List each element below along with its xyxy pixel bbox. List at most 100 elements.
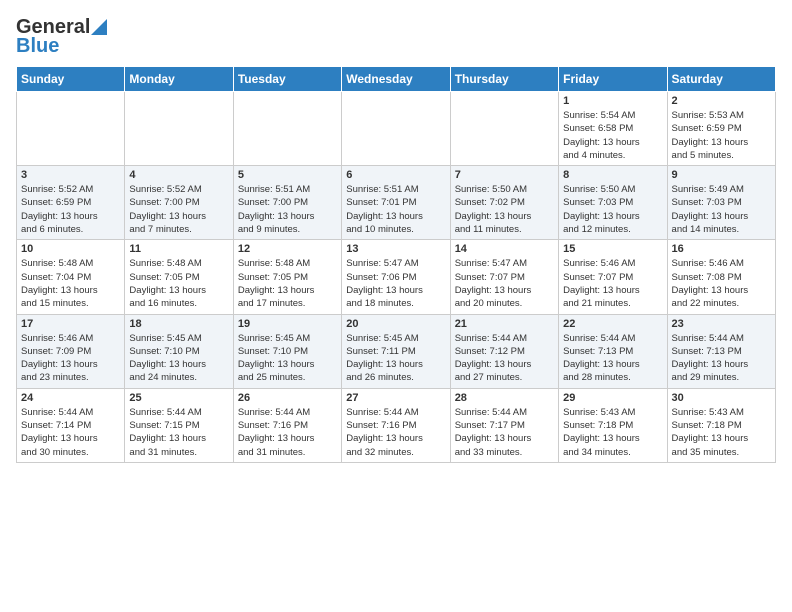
calendar-day-cell [450, 92, 558, 166]
day-number: 29 [563, 392, 662, 404]
day-number: 25 [129, 392, 228, 404]
day-number: 17 [21, 318, 120, 330]
day-number: 8 [563, 169, 662, 181]
day-info: Sunrise: 5:44 AM Sunset: 7:13 PM Dayligh… [672, 332, 771, 385]
day-info: Sunrise: 5:52 AM Sunset: 6:59 PM Dayligh… [21, 183, 120, 236]
calendar-day-cell: 27 Sunrise: 5:44 AM Sunset: 7:16 PM Dayli… [342, 388, 450, 462]
calendar-week-row: 3Sunrise: 5:52 AM Sunset: 6:59 PM Daylig… [17, 166, 776, 240]
day-number: 18 [129, 318, 228, 330]
day-info: Sunrise: 5:44 AM Sunset: 7:16 PM Dayligh… [238, 406, 337, 459]
calendar-day-cell: 24Sunrise: 5:44 AM Sunset: 7:14 PM Dayli… [17, 388, 125, 462]
calendar-day-cell: 16 Sunrise: 5:46 AM Sunset: 7:08 PM Dayli… [667, 240, 775, 314]
calendar-day-cell: 22Sunrise: 5:44 AM Sunset: 7:13 PM Dayli… [559, 314, 667, 388]
calendar-day-cell: 29 Sunrise: 5:43 AM Sunset: 7:18 PM Dayli… [559, 388, 667, 462]
calendar-day-cell: 12 Sunrise: 5:48 AM Sunset: 7:05 PM Dayli… [233, 240, 341, 314]
day-number: 9 [672, 169, 771, 181]
day-info: Sunrise: 5:46 AM Sunset: 7:08 PM Dayligh… [672, 257, 771, 310]
calendar-day-cell: 15Sunrise: 5:46 AM Sunset: 7:07 PM Dayli… [559, 240, 667, 314]
day-info: Sunrise: 5:47 AM Sunset: 7:06 PM Dayligh… [346, 257, 445, 310]
calendar-day-cell [125, 92, 233, 166]
day-number: 6 [346, 169, 445, 181]
day-info: Sunrise: 5:44 AM Sunset: 7:14 PM Dayligh… [21, 406, 120, 459]
calendar-day-cell: 2 Sunrise: 5:53 AM Sunset: 6:59 PM Daylig… [667, 92, 775, 166]
day-number: 12 [238, 243, 337, 255]
day-info: Sunrise: 5:49 AM Sunset: 7:03 PM Dayligh… [672, 183, 771, 236]
day-info: Sunrise: 5:48 AM Sunset: 7:05 PM Dayligh… [129, 257, 228, 310]
day-info: Sunrise: 5:45 AM Sunset: 7:10 PM Dayligh… [238, 332, 337, 385]
day-info: Sunrise: 5:45 AM Sunset: 7:10 PM Dayligh… [129, 332, 228, 385]
day-number: 19 [238, 318, 337, 330]
day-number: 20 [346, 318, 445, 330]
day-info: Sunrise: 5:51 AM Sunset: 7:01 PM Dayligh… [346, 183, 445, 236]
day-number: 10 [21, 243, 120, 255]
day-info: Sunrise: 5:43 AM Sunset: 7:18 PM Dayligh… [563, 406, 662, 459]
day-of-week-header: Tuesday [233, 67, 341, 92]
calendar-day-cell: 13Sunrise: 5:47 AM Sunset: 7:06 PM Dayli… [342, 240, 450, 314]
day-of-week-header: Sunday [17, 67, 125, 92]
day-number: 2 [672, 95, 771, 107]
calendar-day-cell: 25 Sunrise: 5:44 AM Sunset: 7:15 PM Dayli… [125, 388, 233, 462]
day-number: 5 [238, 169, 337, 181]
day-of-week-header: Thursday [450, 67, 558, 92]
day-of-week-header: Wednesday [342, 67, 450, 92]
calendar-day-cell [342, 92, 450, 166]
calendar-day-cell [233, 92, 341, 166]
day-of-week-header: Saturday [667, 67, 775, 92]
day-info: Sunrise: 5:48 AM Sunset: 7:04 PM Dayligh… [21, 257, 120, 310]
calendar-day-cell: 8 Sunrise: 5:50 AM Sunset: 7:03 PM Daylig… [559, 166, 667, 240]
calendar-day-cell [17, 92, 125, 166]
calendar-day-cell: 5 Sunrise: 5:51 AM Sunset: 7:00 PM Daylig… [233, 166, 341, 240]
day-info: Sunrise: 5:50 AM Sunset: 7:03 PM Dayligh… [563, 183, 662, 236]
calendar-day-cell: 28 Sunrise: 5:44 AM Sunset: 7:17 PM Dayli… [450, 388, 558, 462]
day-info: Sunrise: 5:52 AM Sunset: 7:00 PM Dayligh… [129, 183, 228, 236]
calendar-day-cell: 3Sunrise: 5:52 AM Sunset: 6:59 PM Daylig… [17, 166, 125, 240]
day-of-week-header: Monday [125, 67, 233, 92]
day-number: 14 [455, 243, 554, 255]
calendar-week-row: 24Sunrise: 5:44 AM Sunset: 7:14 PM Dayli… [17, 388, 776, 462]
page-header: General Blue [16, 16, 776, 58]
day-number: 16 [672, 243, 771, 255]
calendar-week-row: 1 Sunrise: 5:54 AM Sunset: 6:58 PM Daylig… [17, 92, 776, 166]
day-info: Sunrise: 5:44 AM Sunset: 7:16 PM Dayligh… [346, 406, 445, 459]
day-number: 26 [238, 392, 337, 404]
calendar-day-cell: 1 Sunrise: 5:54 AM Sunset: 6:58 PM Daylig… [559, 92, 667, 166]
day-number: 30 [672, 392, 771, 404]
day-number: 15 [563, 243, 662, 255]
calendar-day-cell: 21 Sunrise: 5:44 AM Sunset: 7:12 PM Dayli… [450, 314, 558, 388]
day-number: 27 [346, 392, 445, 404]
calendar-header-row: SundayMondayTuesdayWednesdayThursdayFrid… [17, 67, 776, 92]
calendar-day-cell: 10 Sunrise: 5:48 AM Sunset: 7:04 PM Dayli… [17, 240, 125, 314]
calendar-day-cell: 4 Sunrise: 5:52 AM Sunset: 7:00 PM Daylig… [125, 166, 233, 240]
calendar-day-cell: 30 Sunrise: 5:43 AM Sunset: 7:18 PM Dayli… [667, 388, 775, 462]
day-info: Sunrise: 5:44 AM Sunset: 7:13 PM Dayligh… [563, 332, 662, 385]
day-info: Sunrise: 5:51 AM Sunset: 7:00 PM Dayligh… [238, 183, 337, 236]
day-info: Sunrise: 5:53 AM Sunset: 6:59 PM Dayligh… [672, 109, 771, 162]
calendar-day-cell: 23 Sunrise: 5:44 AM Sunset: 7:13 PM Dayli… [667, 314, 775, 388]
day-number: 23 [672, 318, 771, 330]
day-info: Sunrise: 5:44 AM Sunset: 7:17 PM Dayligh… [455, 406, 554, 459]
calendar-day-cell: 6 Sunrise: 5:51 AM Sunset: 7:01 PM Daylig… [342, 166, 450, 240]
day-number: 11 [129, 243, 228, 255]
day-info: Sunrise: 5:54 AM Sunset: 6:58 PM Dayligh… [563, 109, 662, 162]
calendar-day-cell: 9 Sunrise: 5:49 AM Sunset: 7:03 PM Daylig… [667, 166, 775, 240]
calendar-table: SundayMondayTuesdayWednesdayThursdayFrid… [16, 66, 776, 463]
day-info: Sunrise: 5:43 AM Sunset: 7:18 PM Dayligh… [672, 406, 771, 459]
day-info: Sunrise: 5:44 AM Sunset: 7:12 PM Dayligh… [455, 332, 554, 385]
day-info: Sunrise: 5:45 AM Sunset: 7:11 PM Dayligh… [346, 332, 445, 385]
day-info: Sunrise: 5:48 AM Sunset: 7:05 PM Dayligh… [238, 257, 337, 310]
day-info: Sunrise: 5:44 AM Sunset: 7:15 PM Dayligh… [129, 406, 228, 459]
calendar-day-cell: 26 Sunrise: 5:44 AM Sunset: 7:16 PM Dayli… [233, 388, 341, 462]
day-number: 4 [129, 169, 228, 181]
calendar-week-row: 17Sunrise: 5:46 AM Sunset: 7:09 PM Dayli… [17, 314, 776, 388]
day-number: 21 [455, 318, 554, 330]
logo: General Blue [16, 16, 107, 58]
calendar-day-cell: 11 Sunrise: 5:48 AM Sunset: 7:05 PM Dayli… [125, 240, 233, 314]
calendar-day-cell: 19 Sunrise: 5:45 AM Sunset: 7:10 PM Dayli… [233, 314, 341, 388]
logo-blue-text: Blue [16, 35, 59, 58]
calendar-day-cell: 18 Sunrise: 5:45 AM Sunset: 7:10 PM Dayli… [125, 314, 233, 388]
day-number: 28 [455, 392, 554, 404]
calendar-day-cell: 20 Sunrise: 5:45 AM Sunset: 7:11 PM Dayli… [342, 314, 450, 388]
day-info: Sunrise: 5:50 AM Sunset: 7:02 PM Dayligh… [455, 183, 554, 236]
day-number: 1 [563, 95, 662, 107]
calendar-day-cell: 7Sunrise: 5:50 AM Sunset: 7:02 PM Daylig… [450, 166, 558, 240]
